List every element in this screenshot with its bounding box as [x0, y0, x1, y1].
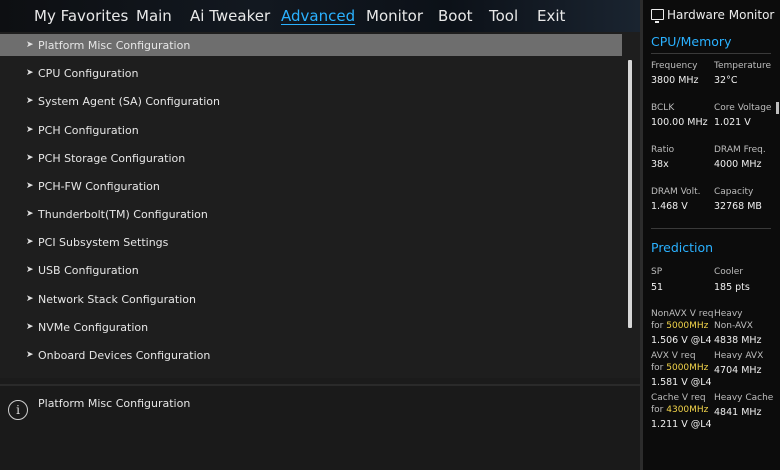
ratio-label: Ratio	[651, 145, 675, 155]
menu-item-label: Onboard Devices Configuration	[38, 348, 211, 362]
avx-for-label: for 5000MHz	[651, 363, 709, 373]
menu-item-label: PCH Storage Configuration	[38, 151, 186, 165]
chevron-right-icon: ➤	[26, 322, 34, 332]
tab-tool[interactable]: Tool	[489, 7, 518, 25]
menu-item-system-agent[interactable]: ➤ System Agent (SA) Configuration	[0, 90, 622, 112]
temperature-label: Temperature	[714, 61, 772, 71]
monitor-icon	[651, 8, 664, 23]
info-icon: i	[8, 400, 28, 420]
section-title-cpu-memory: CPU/Memory	[651, 34, 732, 49]
tab-boot[interactable]: Boot	[438, 7, 473, 25]
menu-item-usb-configuration[interactable]: ➤ USB Configuration	[0, 259, 622, 281]
chevron-right-icon: ➤	[26, 237, 34, 247]
section-divider	[651, 53, 771, 54]
tab-main[interactable]: Main	[136, 7, 172, 25]
dram-volt-value: 1.468 V	[651, 201, 688, 212]
menu-item-nvme-configuration[interactable]: ➤ NVMe Configuration	[0, 316, 622, 338]
cooler-value: 185 pts	[714, 282, 750, 293]
cache-voltage-value: 1.211 V @L4	[651, 419, 712, 430]
bclk-label: BCLK	[651, 103, 675, 113]
advanced-menu-panel: ➤ Platform Misc Configuration ➤ CPU Conf…	[0, 32, 640, 378]
heavy-avx-label: Heavy AVX	[714, 351, 764, 361]
cache-req-label: Cache V req	[651, 393, 706, 403]
capacity-label: Capacity	[714, 187, 754, 197]
menu-item-label: Thunderbolt(TM) Configuration	[38, 207, 208, 221]
chevron-right-icon: ➤	[26, 153, 34, 163]
chevron-right-icon: ➤	[26, 68, 34, 78]
chevron-right-icon: ➤	[26, 40, 34, 50]
dram-volt-label: DRAM Volt.	[651, 187, 701, 197]
temperature-value: 32°C	[714, 75, 738, 86]
sp-value: 51	[651, 282, 664, 293]
top-navigation: My Favorites Main Ai Tweaker Advanced Mo…	[0, 0, 640, 32]
menu-item-label: PCI Subsystem Settings	[38, 235, 169, 249]
core-voltage-value: 1.021 V	[714, 117, 751, 128]
heavy-nonavx-label-2: Non-AVX	[714, 321, 753, 331]
cache-for-label: for 4300MHz	[651, 405, 709, 415]
menu-item-platform-misc[interactable]: ➤ Platform Misc Configuration	[0, 34, 622, 56]
tab-advanced[interactable]: Advanced	[281, 7, 355, 25]
chevron-right-icon: ➤	[26, 181, 34, 191]
menu-item-label: PCH Configuration	[38, 123, 139, 137]
bclk-value: 100.00 MHz	[651, 117, 708, 128]
menu-item-label: USB Configuration	[38, 263, 139, 277]
tab-ai-tweaker[interactable]: Ai Tweaker	[190, 7, 270, 25]
nonavx-target-frequency: 5000MHz	[666, 321, 709, 331]
menu-item-pch-configuration[interactable]: ➤ PCH Configuration	[0, 119, 622, 141]
chevron-right-icon: ➤	[26, 294, 34, 304]
avx-target-frequency: 5000MHz	[666, 363, 709, 373]
menu-item-pch-fw[interactable]: ➤ PCH-FW Configuration	[0, 175, 622, 197]
edge-scroll-marker	[776, 102, 779, 114]
menu-item-label: NVMe Configuration	[38, 320, 149, 334]
menu-item-pch-storage[interactable]: ➤ PCH Storage Configuration	[0, 147, 622, 169]
cooler-label: Cooler	[714, 267, 744, 277]
chevron-right-icon: ➤	[26, 209, 34, 219]
menu-item-pci-subsystem[interactable]: ➤ PCI Subsystem Settings	[0, 231, 622, 253]
tab-exit[interactable]: Exit	[537, 7, 565, 25]
heavy-nonavx-label: Heavy	[714, 309, 743, 319]
menu-item-label: CPU Configuration	[38, 66, 139, 80]
menu-item-label: PCH-FW Configuration	[38, 179, 160, 193]
frequency-value: 3800 MHz	[651, 75, 699, 86]
help-text: Platform Misc Configuration	[38, 397, 191, 410]
cache-target-frequency: 4300MHz	[666, 405, 709, 415]
heavy-cache-label: Heavy Cache	[714, 393, 774, 403]
menu-item-cpu-configuration[interactable]: ➤ CPU Configuration	[0, 62, 622, 84]
menu-item-label: Network Stack Configuration	[38, 292, 196, 306]
nonavx-voltage-value: 1.506 V @L4	[651, 335, 712, 346]
menu-item-onboard-devices[interactable]: ➤ Onboard Devices Configuration	[0, 344, 622, 366]
chevron-right-icon: ➤	[26, 350, 34, 360]
hardware-monitor-title: Hardware Monitor	[667, 8, 775, 22]
menu-item-label: Platform Misc Configuration	[38, 38, 191, 52]
section-divider	[651, 228, 771, 229]
ratio-value: 38x	[651, 159, 669, 170]
heavy-cache-value: 4841 MHz	[714, 407, 762, 418]
menu-item-label: System Agent (SA) Configuration	[38, 94, 220, 108]
heavy-nonavx-value: 4838 MHz	[714, 335, 762, 346]
menu-item-thunderbolt[interactable]: ➤ Thunderbolt(TM) Configuration	[0, 203, 622, 225]
tab-my-favorites[interactable]: My Favorites	[34, 7, 128, 25]
dram-freq-label: DRAM Freq.	[714, 145, 766, 155]
avx-req-label: AVX V req	[651, 351, 696, 361]
chevron-right-icon: ➤	[26, 96, 34, 106]
menu-scrollbar[interactable]	[628, 60, 632, 328]
sp-label: SP	[651, 267, 663, 277]
heavy-avx-value: 4704 MHz	[714, 365, 762, 376]
hardware-monitor-header: Hardware Monitor	[651, 8, 775, 23]
chevron-right-icon: ➤	[26, 265, 34, 275]
frequency-label: Frequency	[651, 61, 698, 71]
dram-freq-value: 4000 MHz	[714, 159, 762, 170]
capacity-value: 32768 MB	[714, 201, 762, 212]
hardware-monitor-panel: Hardware Monitor CPU/Memory Frequency 38…	[640, 0, 780, 470]
core-voltage-label: Core Voltage	[714, 103, 772, 113]
avx-voltage-value: 1.581 V @L4	[651, 377, 712, 388]
nonavx-for-label: for 5000MHz	[651, 321, 709, 331]
nonavx-req-label: NonAVX V req	[651, 309, 714, 319]
chevron-right-icon: ➤	[26, 125, 34, 135]
tab-monitor[interactable]: Monitor	[366, 7, 423, 25]
help-panel: i Platform Misc Configuration	[0, 384, 640, 470]
section-title-prediction: Prediction	[651, 240, 714, 255]
menu-item-network-stack[interactable]: ➤ Network Stack Configuration	[0, 288, 622, 310]
